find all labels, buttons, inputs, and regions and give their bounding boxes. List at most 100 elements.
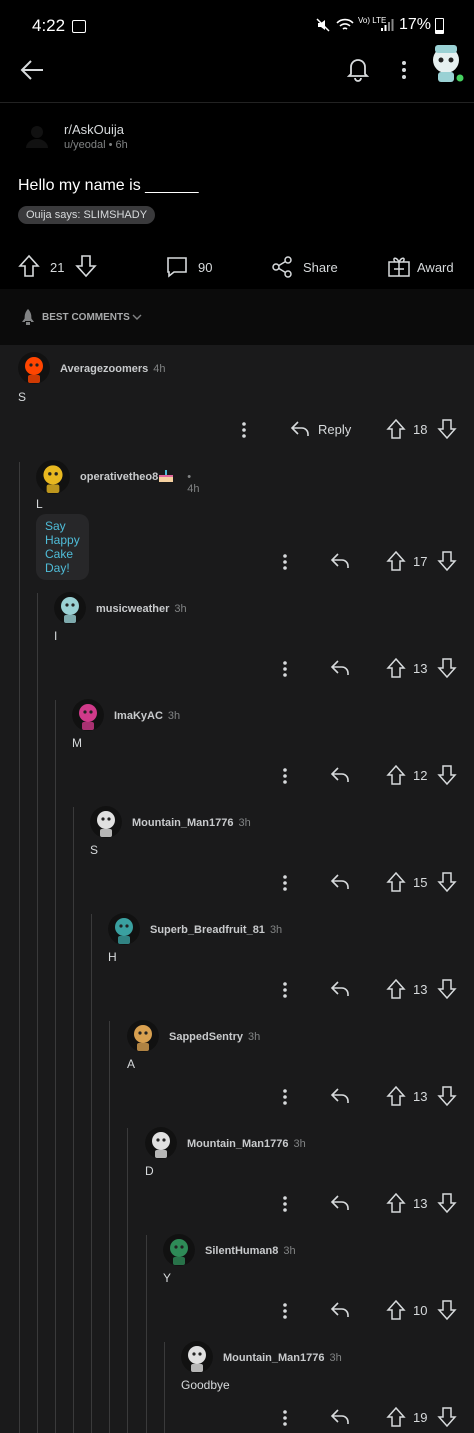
sort-label[interactable]: BEST COMMENTS: [42, 312, 130, 323]
comment-sort-bar[interactable]: BEST COMMENTS: [0, 289, 474, 345]
comment-text: S: [18, 390, 27, 404]
comment-time: 3h: [167, 710, 181, 722]
user-avatar[interactable]: [426, 42, 466, 84]
post-score: 21: [50, 260, 65, 275]
comment-bubble-icon[interactable]: [165, 255, 189, 279]
downvote-button[interactable]: [75, 254, 97, 278]
upvote-button[interactable]: [386, 657, 406, 679]
downvote-button[interactable]: [437, 871, 457, 893]
chevron-down-icon[interactable]: [132, 313, 142, 321]
thread-line: [55, 700, 56, 1433]
more-options-icon[interactable]: [401, 60, 407, 80]
comment-time: 3h: [293, 1138, 306, 1150]
post-card: r/AskOuija u/yeodal • 6h Hello my name i…: [0, 103, 474, 289]
thread-line: [127, 1128, 128, 1433]
more-options-icon[interactable]: [241, 421, 247, 439]
cake-day-icon: [158, 469, 174, 483]
subreddit-icon[interactable]: [24, 123, 50, 149]
comment-text: S: [90, 843, 99, 857]
comment-username[interactable]: Mountain_Man1776: [223, 1352, 324, 1364]
comment-username[interactable]: SilentHuman8: [205, 1245, 278, 1257]
thread-line: [109, 1021, 110, 1433]
more-options-icon[interactable]: [282, 767, 288, 785]
downvote-button[interactable]: [437, 1406, 457, 1428]
upvote-button[interactable]: [386, 418, 406, 440]
reply-button[interactable]: Reply: [318, 422, 351, 437]
reply-icon[interactable]: [330, 552, 350, 570]
downvote-button[interactable]: [437, 764, 457, 786]
reply-icon[interactable]: [330, 1194, 350, 1212]
comment-username[interactable]: operativetheo8: [80, 471, 158, 483]
comment-avatar[interactable]: [108, 913, 140, 945]
comment-username[interactable]: Mountain_Man1776: [187, 1138, 288, 1150]
subreddit-name[interactable]: r/AskOuija: [64, 122, 124, 137]
upvote-button[interactable]: [386, 764, 406, 786]
comment-username[interactable]: Superb_Breadfruit_81: [150, 924, 265, 936]
downvote-button[interactable]: [437, 978, 457, 1000]
top-bar: [0, 45, 474, 102]
reply-icon[interactable]: [330, 1087, 350, 1105]
upvote-button[interactable]: [386, 1192, 406, 1214]
downvote-button[interactable]: [437, 1192, 457, 1214]
comment-username[interactable]: Mountain_Man1776: [132, 817, 233, 829]
more-options-icon[interactable]: [282, 874, 288, 892]
comment-avatar[interactable]: [72, 699, 104, 731]
back-button[interactable]: [18, 58, 46, 82]
share-icon[interactable]: [270, 255, 294, 279]
comment-avatar[interactable]: [127, 1020, 159, 1052]
comment-text: Y: [163, 1271, 172, 1285]
more-options-icon[interactable]: [282, 1195, 288, 1213]
comment-username[interactable]: Averagezoomers: [60, 363, 148, 375]
comment-avatar[interactable]: [54, 592, 86, 624]
share-button[interactable]: Share: [303, 260, 338, 275]
more-options-icon[interactable]: [282, 1088, 288, 1106]
award-button[interactable]: Award: [417, 260, 454, 275]
happy-cake-day-button[interactable]: Say Happy Cake Day!: [36, 514, 89, 580]
upvote-button[interactable]: [386, 1406, 406, 1428]
reply-icon[interactable]: [290, 420, 310, 438]
reply-icon[interactable]: [330, 766, 350, 784]
downvote-button[interactable]: [437, 1299, 457, 1321]
post-author-line[interactable]: u/yeodal • 6h: [64, 139, 128, 151]
upvote-button[interactable]: [386, 1299, 406, 1321]
upvote-button[interactable]: [386, 550, 406, 572]
comment-text: H: [108, 950, 117, 964]
reply-icon[interactable]: [330, 980, 350, 998]
more-options-icon[interactable]: [282, 660, 288, 678]
downvote-button[interactable]: [437, 418, 457, 440]
downvote-button[interactable]: [437, 1085, 457, 1107]
comment-score: 10: [413, 1303, 428, 1318]
upvote-button[interactable]: [18, 254, 40, 278]
more-options-icon[interactable]: [282, 981, 288, 999]
more-options-icon[interactable]: [282, 1302, 288, 1320]
comment-text: Goodbye: [181, 1378, 230, 1392]
comment-count[interactable]: 90: [198, 260, 212, 275]
comment-avatar[interactable]: [163, 1234, 195, 1266]
comment-text: L: [36, 497, 43, 511]
comment-username[interactable]: SappedSentry: [169, 1031, 243, 1043]
reply-icon[interactable]: [330, 1301, 350, 1319]
downvote-button[interactable]: [437, 657, 457, 679]
upvote-button[interactable]: [386, 1085, 406, 1107]
notification-bell-icon[interactable]: [346, 56, 370, 82]
more-options-icon[interactable]: [282, 553, 288, 571]
upvote-button[interactable]: [386, 871, 406, 893]
reply-icon[interactable]: [330, 873, 350, 891]
more-options-icon[interactable]: [282, 1409, 288, 1427]
comment-score: 19: [413, 1410, 428, 1425]
award-icon[interactable]: [387, 254, 411, 278]
comment-avatar[interactable]: [18, 352, 50, 384]
rocket-icon: [20, 308, 36, 326]
reply-icon[interactable]: [330, 659, 350, 677]
comment-avatar[interactable]: [145, 1127, 177, 1159]
upvote-button[interactable]: [386, 978, 406, 1000]
comment-username[interactable]: ImaKyAC: [114, 710, 163, 722]
post-flair[interactable]: Ouija says: SLIMSHADY: [18, 206, 156, 224]
comment-avatar[interactable]: [181, 1341, 213, 1373]
thread-line: [73, 807, 74, 1433]
comment-username[interactable]: musicweather: [96, 603, 169, 615]
downvote-button[interactable]: [437, 550, 457, 572]
comment-avatar[interactable]: [90, 806, 122, 838]
reply-icon[interactable]: [330, 1408, 350, 1426]
comment-avatar[interactable]: [36, 460, 70, 494]
